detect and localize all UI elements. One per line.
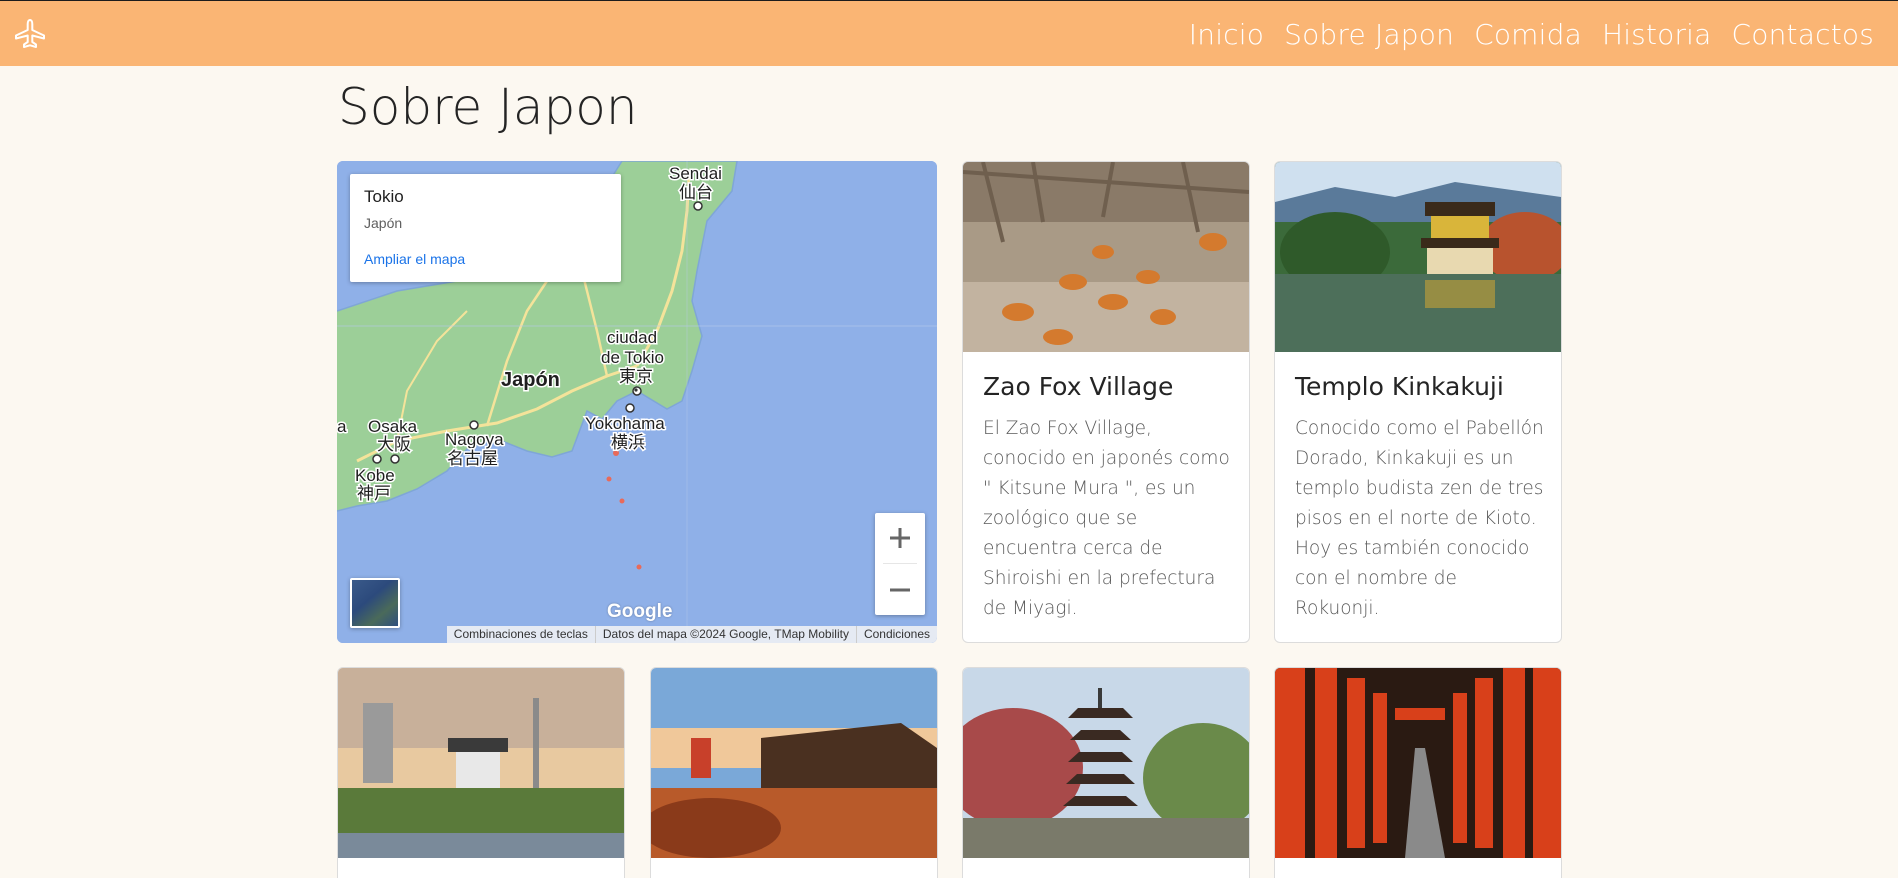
- map-info-window: Tokio Japón Ampliar el mapa: [350, 174, 621, 282]
- map-label-tokio-2: de Tokio: [601, 348, 664, 367]
- map-label-edge: a: [337, 417, 347, 436]
- zoom-in-button[interactable]: [875, 513, 925, 563]
- map-label-yokohama-jp: 横浜: [611, 433, 645, 452]
- map-label-kobe-jp: 神戸: [357, 484, 391, 503]
- nav-sobre-japon[interactable]: Sobre Japon: [1284, 18, 1454, 51]
- nav-inicio[interactable]: Inicio: [1189, 18, 1264, 51]
- zoom-controls: [875, 513, 925, 615]
- map-label-osaka-jp: 大阪: [377, 435, 411, 454]
- nav-comida[interactable]: Comida: [1474, 18, 1582, 51]
- card-fushimi-inari: [1274, 667, 1562, 878]
- map-place-name: Tokio: [364, 187, 404, 206]
- card-text: Conocido como el Pabellón Dorado, Kinkak…: [1295, 418, 1544, 619]
- airplane-icon[interactable]: [13, 17, 47, 51]
- card-templo-kinkakuji: Templo Kinkakuji Conocido como el Pabell…: [1274, 161, 1562, 643]
- map-attribution: Combinaciones de teclas Datos del mapa ©…: [446, 626, 937, 643]
- card-title: Zao Fox Village: [983, 372, 1174, 401]
- map-label-kobe: Kobe: [355, 466, 395, 485]
- map-type-toggle[interactable]: [350, 578, 400, 628]
- plus-icon: [890, 528, 910, 548]
- torii-gates-photo: [1275, 668, 1561, 858]
- navbar: Inicio Sobre Japon Comida Historia Conta…: [0, 0, 1898, 66]
- map-label-sendai: Sendai: [669, 164, 722, 183]
- map-label-osaka: Osaka: [368, 417, 418, 436]
- map-label-yokohama: Yokohama: [585, 414, 665, 433]
- map-label-nagoya-jp: 名古屋: [447, 449, 498, 468]
- kiyomizu-photo: [651, 668, 937, 858]
- card-title: Templo Kinkakuji: [1295, 372, 1504, 401]
- nav-historia[interactable]: Historia: [1602, 18, 1712, 51]
- enlarge-map-link[interactable]: Ampliar el mapa: [364, 251, 465, 267]
- zoom-divider: [883, 563, 917, 564]
- map-label-tokio-1: ciudad: [607, 328, 657, 347]
- castle-photo: [338, 668, 624, 858]
- zoom-out-button[interactable]: [875, 565, 925, 615]
- keyboard-shortcuts-link[interactable]: Combinaciones de teclas: [447, 626, 595, 643]
- page-title: Sobre Japon: [338, 78, 638, 136]
- card-hiroshima-castle: [337, 667, 625, 878]
- map-place-country: Japón: [364, 215, 403, 231]
- embedded-map[interactable]: Sendai 仙台 ciudad de Tokio 東京 Japón Osaka…: [337, 161, 937, 643]
- pagoda-photo: [963, 668, 1249, 858]
- google-logo: Google: [607, 601, 673, 622]
- minus-icon: [890, 588, 910, 592]
- card-zao-fox-village: Zao Fox Village El Zao Fox Village, cono…: [962, 161, 1250, 643]
- map-label-sendai-jp: 仙台: [679, 183, 713, 202]
- map-label-tokio-jp: 東京: [619, 367, 653, 386]
- card-kiyomizu-dera: [650, 667, 938, 878]
- card-text: El Zao Fox Village, conocido en japonés …: [983, 418, 1230, 619]
- fox-village-photo: [963, 162, 1249, 352]
- card-toji-pagoda: [962, 667, 1250, 878]
- map-label-nagoya: Nagoya: [445, 430, 504, 449]
- nav-contactos[interactable]: Contactos: [1732, 18, 1874, 51]
- map-data-credit: Datos del mapa ©2024 Google, TMap Mobili…: [594, 626, 856, 643]
- map-label-japon: Japón: [501, 369, 560, 391]
- nav-links: Inicio Sobre Japon Comida Historia Conta…: [1189, 1, 1874, 67]
- kinkakuji-photo: [1275, 162, 1561, 352]
- terms-link[interactable]: Condiciones: [855, 626, 937, 643]
